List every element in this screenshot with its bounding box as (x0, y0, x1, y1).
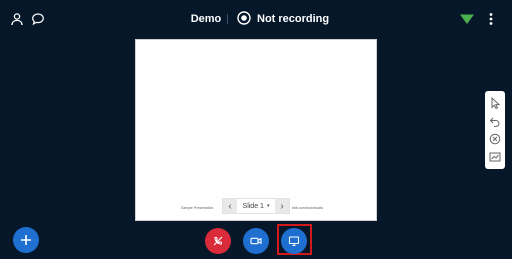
multi-user-icon[interactable] (488, 150, 502, 164)
chevron-down-icon: ▾ (266, 203, 270, 209)
clear-icon[interactable] (488, 132, 502, 146)
next-slide-button[interactable]: › (275, 199, 289, 213)
chat-icon[interactable] (31, 12, 45, 26)
slide-select-label: Slide 1 (242, 202, 264, 210)
video-icon[interactable] (243, 228, 269, 254)
recording-status[interactable]: Not recording (257, 12, 329, 26)
screenshare-icon[interactable] (281, 228, 307, 254)
slide-navigation: ‹ Slide 1 ▾ › (222, 198, 290, 214)
pointer-icon[interactable] (488, 96, 502, 110)
presentation-slide[interactable]: Sample Presentation ‹ Slide 1 ▾ › bbb.co… (135, 39, 377, 221)
previous-slide-button[interactable]: ‹ (223, 199, 237, 213)
top-navbar: Demo Not recording (0, 0, 512, 38)
record-icon[interactable] (237, 11, 251, 25)
mute-icon[interactable] (205, 228, 231, 254)
plus-icon[interactable] (13, 227, 39, 253)
more-vertical-icon[interactable] (486, 12, 496, 26)
signal-icon[interactable] (460, 13, 474, 25)
undo-icon[interactable] (488, 114, 502, 128)
user-icon[interactable] (10, 12, 24, 26)
slide-footer-right: bbb.com/downloads (292, 206, 324, 210)
meeting-title: Demo (190, 13, 222, 25)
slide-footer-left: Sample Presentation (181, 206, 214, 210)
header-divider (227, 14, 228, 24)
whiteboard-toolbar (485, 91, 505, 169)
slide-select[interactable]: Slide 1 ▾ (237, 199, 275, 213)
